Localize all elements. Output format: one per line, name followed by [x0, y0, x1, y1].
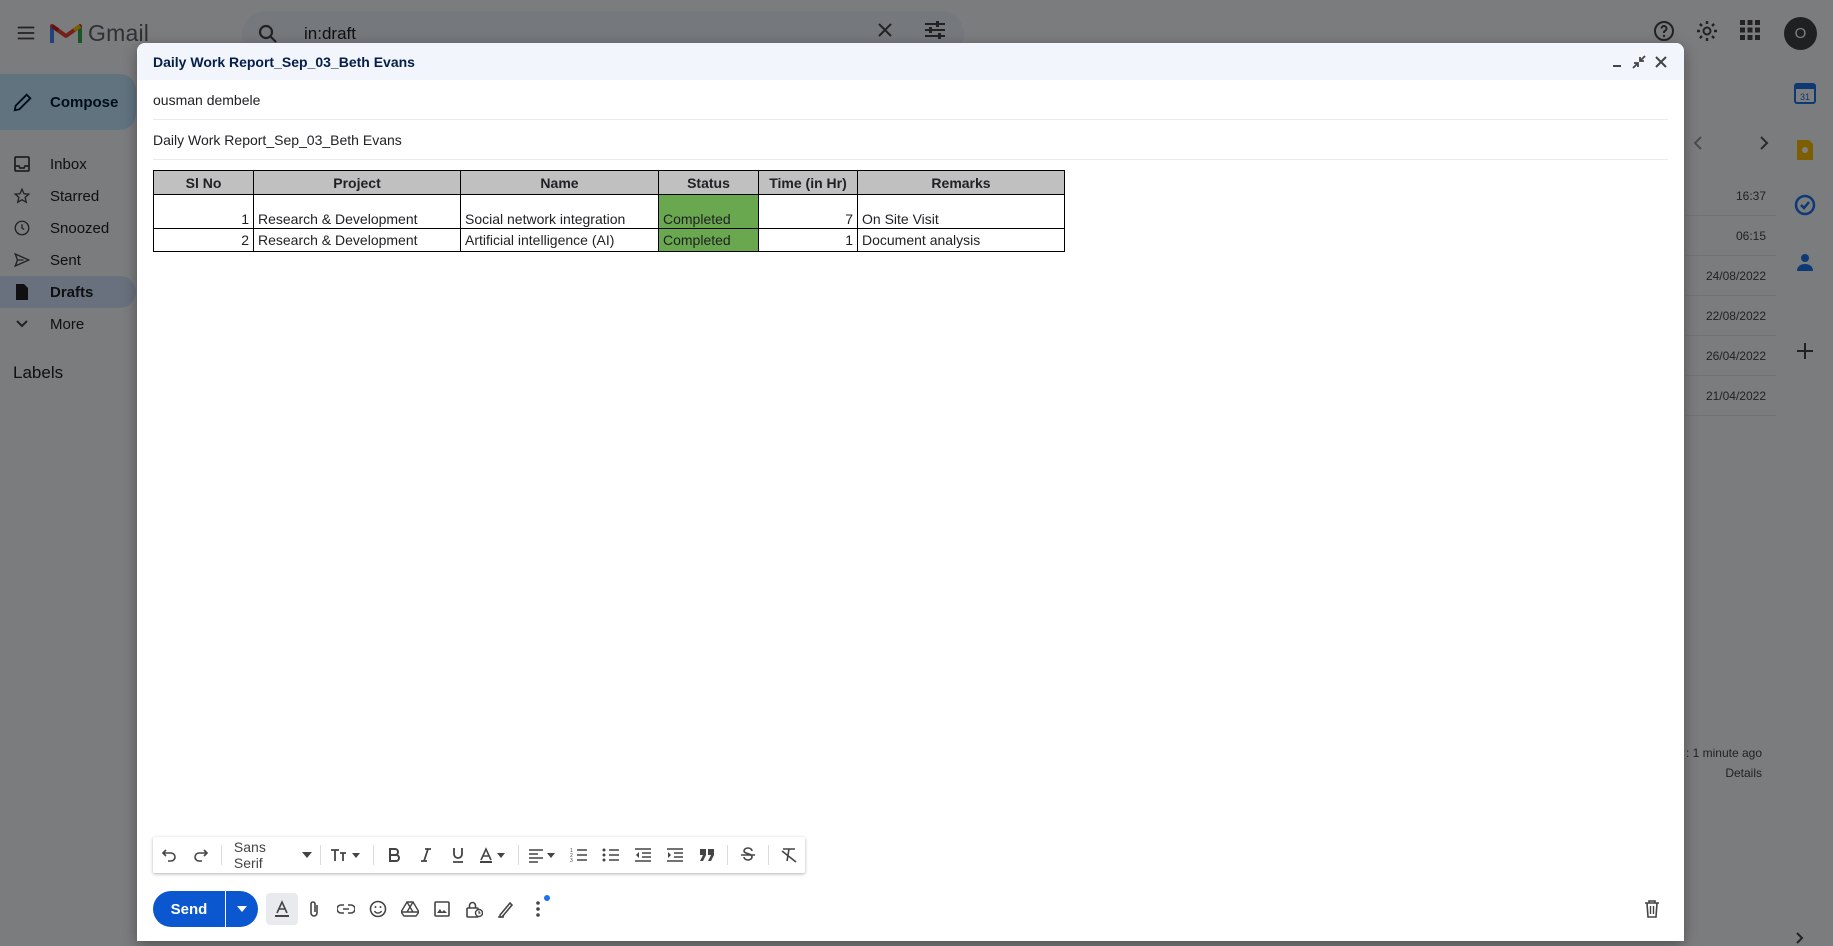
cell-remarks: Document analysis	[857, 228, 1065, 252]
font-select-value: Sans Serif	[233, 839, 266, 871]
subject-field[interactable]: Daily Work Report_Sep_03_Beth Evans	[153, 120, 1668, 160]
header-name: Name	[460, 170, 659, 195]
exit-fullscreen-icon[interactable]	[1632, 54, 1646, 69]
signature-icon[interactable]	[490, 893, 522, 925]
cell-name: Artificial intelligence (AI)	[460, 228, 659, 252]
toolbar-divider	[320, 845, 322, 865]
header-time: Time (in Hr)	[758, 170, 858, 195]
remove-formatting-icon[interactable]	[775, 841, 803, 869]
align-icon[interactable]	[525, 841, 561, 869]
bulleted-list-icon[interactable]	[597, 841, 625, 869]
italic-icon[interactable]	[412, 841, 440, 869]
caret-down-icon	[237, 906, 247, 912]
formatting-toolbar: Sans Serif 123	[153, 837, 805, 873]
toolbar-divider	[768, 845, 769, 865]
send-options-button[interactable]	[226, 891, 258, 927]
close-icon[interactable]	[1654, 55, 1668, 69]
indent-more-icon[interactable]	[661, 841, 689, 869]
cell-time: 7	[758, 194, 858, 229]
quote-icon[interactable]	[693, 841, 721, 869]
toolbar-divider	[373, 845, 375, 865]
cell-project: Research & Development	[253, 228, 461, 252]
cell-remarks: On Site Visit	[857, 194, 1065, 229]
minimize-icon[interactable]	[1610, 55, 1624, 69]
attach-icon[interactable]	[298, 893, 330, 925]
cell-sl-no: 1	[153, 194, 254, 229]
underline-icon[interactable]	[444, 841, 472, 869]
compose-dialog: Daily Work Report_Sep_03_Beth Evans ousm…	[137, 43, 1684, 941]
compose-title: Daily Work Report_Sep_03_Beth Evans	[153, 53, 415, 70]
toolbar-divider	[518, 845, 520, 865]
cell-status: Completed	[658, 194, 759, 229]
indent-less-icon[interactable]	[629, 841, 657, 869]
table-row: 1 Research & Development Social network …	[153, 194, 1065, 229]
numbered-list-icon[interactable]: 123	[565, 841, 593, 869]
font-size-icon[interactable]	[327, 841, 367, 869]
cell-status: Completed	[658, 228, 759, 252]
send-button[interactable]: Send	[153, 891, 225, 927]
svg-text:3: 3	[570, 858, 573, 863]
redo-icon[interactable]	[187, 841, 215, 869]
strikethrough-icon[interactable]	[734, 841, 762, 869]
header-remarks: Remarks	[857, 170, 1065, 195]
toolbar-divider	[727, 845, 729, 865]
drive-icon[interactable]	[394, 893, 426, 925]
subject-input[interactable]: Daily Work Report_Sep_03_Beth Evans	[153, 132, 402, 148]
emoji-icon[interactable]	[362, 893, 394, 925]
table-header-row: Sl No Project Name Status Time (in Hr) R…	[153, 170, 1065, 195]
cell-name: Social network integration	[460, 194, 659, 229]
cell-project: Research & Development	[253, 194, 461, 229]
report-table: Sl No Project Name Status Time (in Hr) R…	[153, 170, 1065, 252]
formatting-options-icon[interactable]	[266, 893, 298, 925]
cell-time: 1	[758, 228, 858, 252]
toolbar-divider	[221, 845, 222, 865]
recipient-chip[interactable]: ousman dembele	[153, 92, 260, 108]
confidential-mode-icon[interactable]	[458, 893, 490, 925]
undo-icon[interactable]	[155, 841, 183, 869]
header-project: Project	[253, 170, 461, 195]
font-select[interactable]: Sans Serif	[226, 839, 317, 871]
message-body[interactable]: Sl No Project Name Status Time (in Hr) R…	[137, 160, 1684, 252]
header-sl-no: Sl No	[153, 170, 254, 195]
compose-header: Daily Work Report_Sep_03_Beth Evans	[137, 43, 1684, 80]
cell-sl-no: 2	[153, 228, 254, 252]
trash-icon[interactable]	[1636, 893, 1668, 925]
recipients-field[interactable]: ousman dembele	[153, 80, 1668, 120]
header-status: Status	[658, 170, 759, 195]
link-icon[interactable]	[330, 893, 362, 925]
caret-down-icon	[302, 852, 313, 858]
text-color-icon[interactable]	[476, 841, 512, 869]
bold-icon[interactable]	[380, 841, 408, 869]
more-options-icon[interactable]	[522, 893, 554, 925]
table-row: 2 Research & Development Artificial inte…	[153, 228, 1065, 252]
compose-actions: Send	[153, 891, 1668, 927]
photo-icon[interactable]	[426, 893, 458, 925]
